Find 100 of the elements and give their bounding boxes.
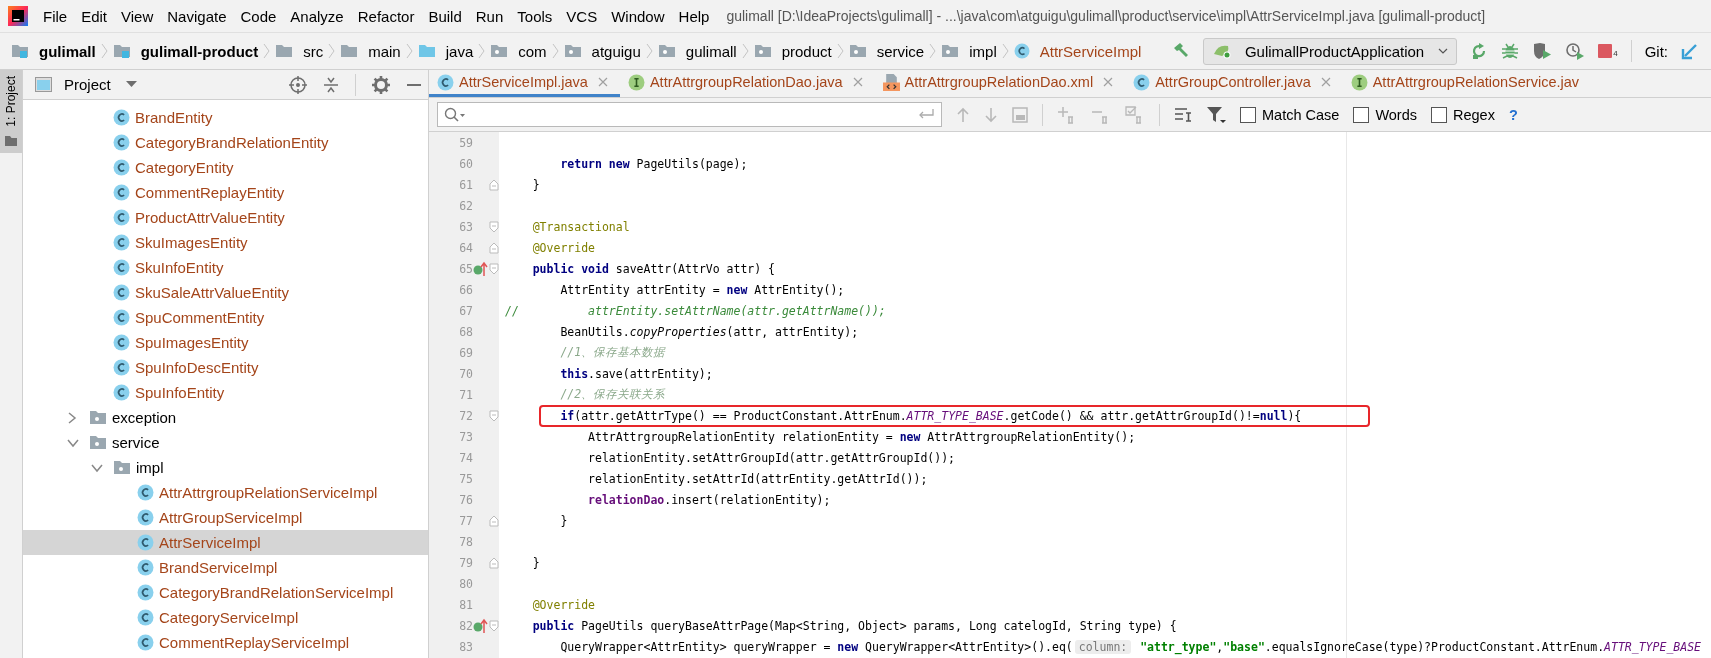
locate-icon[interactable] bbox=[289, 75, 307, 94]
close-icon[interactable] bbox=[1320, 77, 1331, 87]
settings-icon[interactable] bbox=[372, 75, 390, 94]
interface-icon bbox=[1350, 73, 1368, 91]
menu-item[interactable]: Code bbox=[233, 7, 284, 25]
tree-item[interactable]: AttrServiceImpl bbox=[23, 530, 428, 555]
implement-marker-icon[interactable] bbox=[473, 260, 489, 277]
project-tool-tab[interactable]: 1: Project bbox=[0, 70, 22, 153]
editor-tab[interactable]: AttrAttrgroupRelationDao.java bbox=[619, 70, 875, 97]
bug-icon[interactable] bbox=[1501, 42, 1520, 60]
fold-marker-icon[interactable] bbox=[489, 409, 499, 422]
tree-item[interactable]: SkuInfoEntity bbox=[23, 255, 428, 280]
tree-item[interactable]: impl bbox=[23, 455, 428, 480]
fold-marker-icon[interactable] bbox=[489, 220, 499, 233]
tree-item[interactable]: AttrAttrgroupRelationServiceImpl bbox=[23, 480, 428, 505]
breadcrumb[interactable]: AttrServiceImpl bbox=[1008, 42, 1147, 60]
tree-item[interactable]: SkuImagesEntity bbox=[23, 230, 428, 255]
funnel-icon[interactable] bbox=[1206, 105, 1226, 124]
tree-item[interactable]: SpuImagesEntity bbox=[23, 330, 428, 355]
close-icon[interactable] bbox=[597, 77, 608, 87]
close-icon[interactable] bbox=[852, 77, 863, 87]
tree-item[interactable]: service bbox=[23, 430, 428, 455]
module-icon bbox=[112, 43, 131, 59]
menu-item[interactable]: Help bbox=[671, 7, 717, 25]
tree-item[interactable]: SpuInfoEntity bbox=[23, 380, 428, 405]
line-number: 78 bbox=[458, 534, 473, 549]
close-icon[interactable] bbox=[1103, 77, 1114, 87]
menu-item[interactable]: Analyze bbox=[283, 7, 351, 25]
tree-item[interactable]: AttrGroupServiceImpl bbox=[23, 505, 428, 530]
menu-item[interactable]: Build bbox=[421, 7, 469, 25]
tree-item[interactable]: CategoryBrandRelationEntity bbox=[23, 130, 428, 155]
tree-item[interactable]: BrandEntity bbox=[23, 105, 428, 130]
option-checkbox[interactable]: Words bbox=[1353, 106, 1417, 123]
tree-item[interactable]: CommentReplayEntity bbox=[23, 180, 428, 205]
tree-item[interactable]: SpuCommentEntity bbox=[23, 305, 428, 330]
tree-item[interactable]: CategoryEntity bbox=[23, 155, 428, 180]
class-icon bbox=[113, 259, 130, 276]
implement-marker-icon[interactable] bbox=[473, 617, 489, 634]
breadcrumb[interactable]: java bbox=[412, 42, 479, 60]
tree-item[interactable]: CommentReplayServiceImpl bbox=[23, 630, 428, 655]
menu-item[interactable]: Refactor bbox=[350, 7, 422, 25]
fold-end-marker-icon[interactable] bbox=[489, 241, 499, 254]
profiler-icon[interactable] bbox=[1565, 42, 1586, 60]
menu-item[interactable]: Navigate bbox=[160, 7, 234, 25]
option-checkbox[interactable]: Regex bbox=[1431, 106, 1495, 123]
search-icon bbox=[444, 106, 466, 123]
menu-item[interactable]: File bbox=[36, 7, 75, 25]
editor-tab[interactable]: AttrAttrgroupRelationDao.xml bbox=[874, 70, 1126, 97]
menu-item[interactable]: Edit bbox=[74, 7, 115, 25]
breadcrumb[interactable]: src bbox=[270, 42, 329, 60]
process-count: 4 bbox=[1613, 49, 1618, 58]
option-checkbox[interactable]: Match Case bbox=[1240, 106, 1340, 123]
breadcrumb[interactable]: service bbox=[843, 42, 930, 60]
tree-item[interactable]: CategoryBrandRelationServiceImpl bbox=[23, 580, 428, 605]
breadcrumb[interactable]: com bbox=[485, 42, 552, 60]
breadcrumb[interactable]: gulimall bbox=[6, 42, 101, 60]
up-arrow-icon[interactable] bbox=[956, 106, 970, 123]
menu-item[interactable]: View bbox=[114, 7, 161, 25]
breadcrumb[interactable]: atguigu bbox=[558, 42, 646, 60]
tree-item[interactable]: SpuInfoDescEntity bbox=[23, 355, 428, 380]
breadcrumb[interactable]: product bbox=[748, 42, 837, 60]
chevron-icon bbox=[645, 41, 653, 61]
class-icon bbox=[113, 284, 130, 301]
update-arrow-icon[interactable] bbox=[1681, 42, 1699, 60]
breadcrumb[interactable]: gulimall bbox=[652, 42, 742, 60]
project-view-dropdown[interactable]: Project bbox=[35, 76, 137, 93]
down-arrow-icon[interactable] bbox=[984, 106, 998, 123]
help-link[interactable]: ? bbox=[1508, 106, 1518, 123]
code-line: AttrEntity attrEntity = new AttrEntity(); bbox=[559, 282, 845, 297]
filter-lines-icon[interactable] bbox=[1174, 106, 1192, 123]
tree-item[interactable]: CategoryServiceImpl bbox=[23, 605, 428, 630]
chevron-icon bbox=[263, 41, 271, 61]
fold-marker-icon[interactable] bbox=[489, 619, 499, 632]
breadcrumb[interactable]: main bbox=[335, 42, 406, 60]
editor-tab[interactable]: AttrGroupController.java bbox=[1125, 70, 1343, 97]
vcs-label: Git: bbox=[1644, 42, 1668, 60]
breadcrumb[interactable]: gulimall-product bbox=[107, 42, 264, 60]
fold-marker-icon[interactable] bbox=[489, 262, 499, 275]
search-field[interactable] bbox=[437, 102, 942, 127]
run-configuration-dropdown[interactable]: GulimallProductApplication bbox=[1202, 37, 1458, 65]
class-icon bbox=[113, 134, 130, 151]
select-all-icon[interactable] bbox=[1012, 106, 1028, 123]
menu-item[interactable]: Window bbox=[604, 7, 672, 25]
menu-item[interactable]: Tools bbox=[510, 7, 560, 25]
fold-end-marker-icon[interactable] bbox=[489, 514, 499, 527]
coverage-icon[interactable] bbox=[1532, 42, 1553, 60]
package-icon bbox=[113, 460, 131, 475]
fold-end-marker-icon[interactable] bbox=[489, 178, 499, 191]
tree-item[interactable]: ProductAttrValueEntity bbox=[23, 205, 428, 230]
tree-item[interactable]: SkuSaleAttrValueEntity bbox=[23, 280, 428, 305]
stop-icon[interactable] bbox=[1598, 44, 1613, 58]
menu-item[interactable]: VCS bbox=[559, 7, 605, 25]
breadcrumb[interactable]: impl bbox=[936, 42, 1002, 60]
line-number: 79 bbox=[458, 555, 473, 570]
tree-item[interactable]: exception bbox=[23, 405, 428, 430]
menu-item[interactable]: Run bbox=[468, 7, 511, 25]
tree-item[interactable]: BrandServiceImpl bbox=[23, 555, 428, 580]
collapse-all-icon[interactable] bbox=[323, 75, 339, 94]
fold-end-marker-icon[interactable] bbox=[489, 556, 499, 569]
editor-tab[interactable]: AttrAttrgroupRelationService.jav bbox=[1342, 70, 1592, 97]
